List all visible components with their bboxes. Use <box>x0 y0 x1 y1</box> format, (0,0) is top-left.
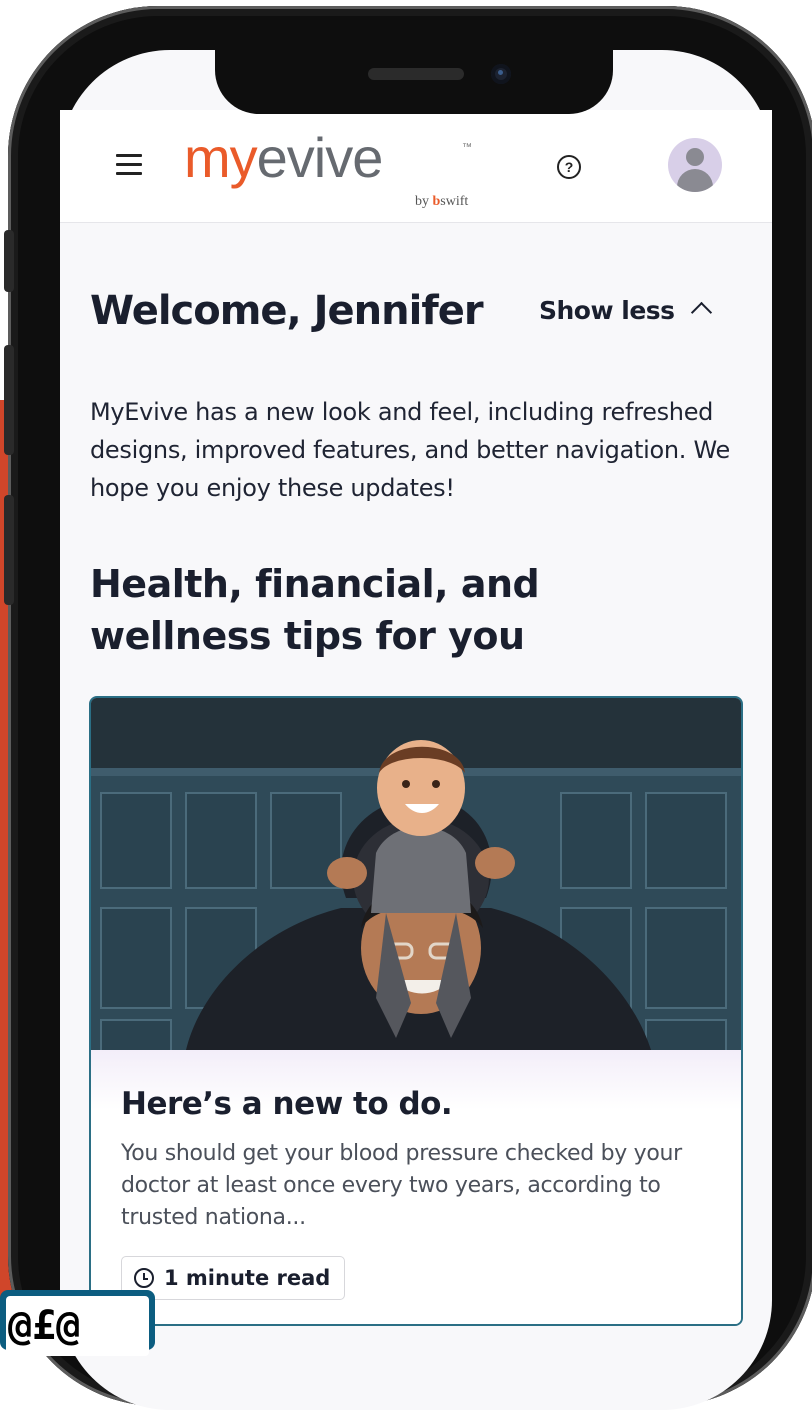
logo-my-text: my <box>184 126 258 189</box>
phone-camera <box>491 64 511 84</box>
tip-card-description: You should get your blood pressure check… <box>121 1141 682 1230</box>
read-time-badge: 1 minute read <box>121 1256 346 1300</box>
clock-icon <box>134 1268 154 1288</box>
phone-volume-down <box>4 495 14 605</box>
logo-byline: by bswift <box>415 194 468 210</box>
logo-evive-text: evive <box>256 126 384 189</box>
phone-speaker <box>368 68 464 80</box>
byline-swift: swift <box>440 194 469 209</box>
question-circle-icon[interactable]: ? <box>557 155 581 179</box>
phone-silent-switch <box>4 230 14 292</box>
logo-trademark: ™ <box>462 142 472 153</box>
corner-overlay-text: @£@ <box>6 1296 149 1356</box>
user-avatar-icon[interactable] <box>668 138 722 192</box>
byline-by: by <box>415 194 429 209</box>
read-time-text: 1 minute read <box>164 1266 331 1290</box>
welcome-title: Welcome, Jennifer <box>90 288 484 334</box>
tips-section-title: Health, financial, and wellness tips for… <box>90 562 540 658</box>
show-less-button[interactable]: Show less <box>539 296 675 325</box>
tip-card-body: Here’s a new to do. You should get your … <box>91 1050 741 1324</box>
tip-card-image <box>91 698 741 1050</box>
myevive-logo[interactable]: myevive <box>184 126 384 189</box>
phone-volume-up <box>4 345 14 455</box>
welcome-message: MyEvive has a new look and feel, includi… <box>90 398 730 502</box>
corner-overlay: @£@ <box>0 1290 155 1356</box>
app-header: myevive ™ by bswift ? <box>60 110 772 223</box>
tip-card-title: Here’s a new to do. <box>121 1086 453 1122</box>
hamburger-menu-icon[interactable] <box>116 154 142 175</box>
tip-card[interactable]: Here’s a new to do. You should get your … <box>89 696 743 1326</box>
